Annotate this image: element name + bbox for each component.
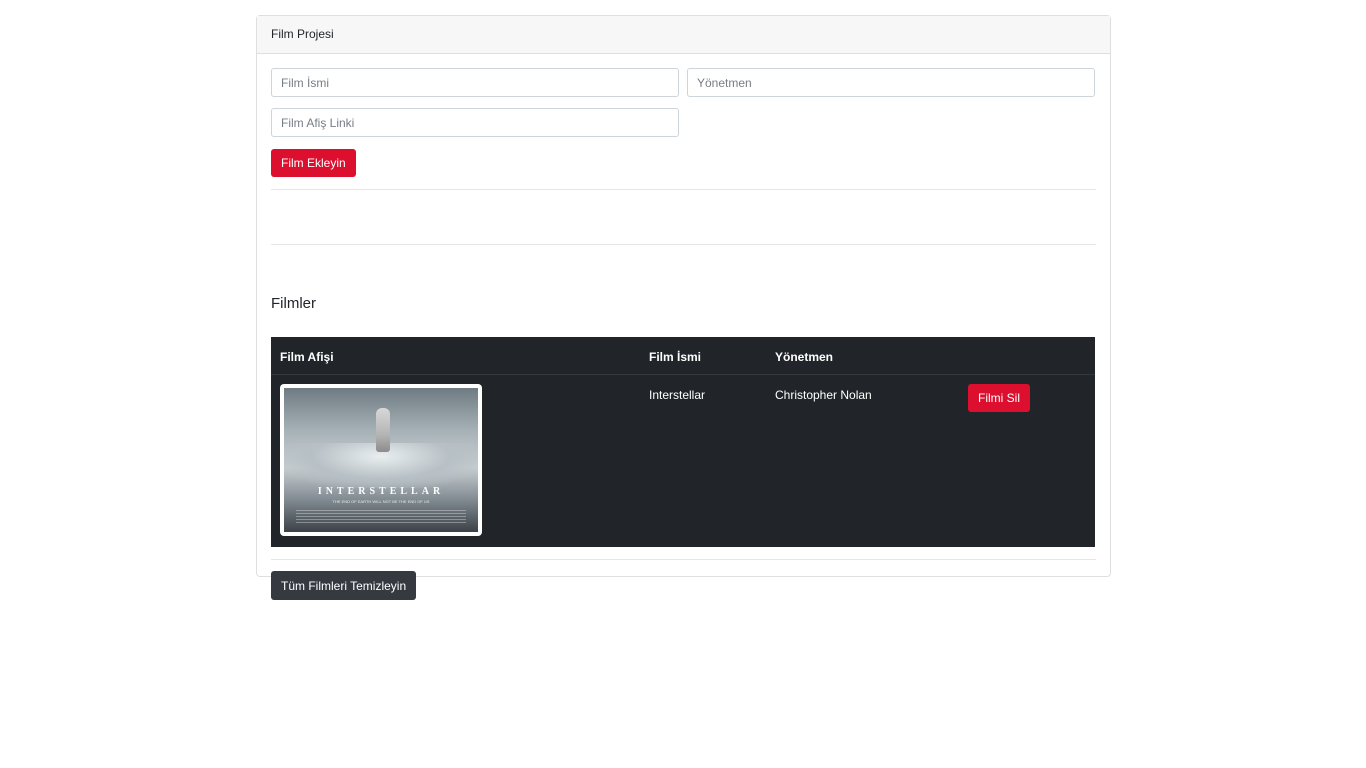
films-table: Film Afişi Film İsmi Yönetmen INTERSTELL… — [271, 337, 1095, 547]
film-project-card: Film Projesi Film Ekleyin Filmler Film A… — [256, 15, 1111, 600]
poster-artwork: INTERSTELLAR THE END OF EARTH WILL NOT B… — [284, 388, 478, 532]
poster-credits-block — [296, 510, 466, 524]
film-name-input[interactable] — [271, 68, 679, 97]
films-section-title: Filmler — [271, 295, 316, 312]
director-input[interactable] — [687, 68, 1095, 97]
director-cell: Christopher Nolan — [775, 388, 872, 402]
add-film-button[interactable]: Film Ekleyin — [271, 149, 356, 177]
divider — [271, 559, 1096, 560]
column-header-director: Yönetmen — [775, 350, 834, 364]
poster-title-text: INTERSTELLAR — [317, 486, 445, 497]
table-header: Film Afişi Film İsmi Yönetmen — [271, 337, 1095, 375]
film-name-cell: Interstellar — [649, 388, 706, 402]
astronaut-figure — [376, 408, 390, 452]
column-header-poster: Film Afişi — [280, 350, 334, 364]
divider — [271, 189, 1096, 190]
column-header-film-name: Film İsmi — [649, 350, 702, 364]
film-poster-image: INTERSTELLAR THE END OF EARTH WILL NOT B… — [280, 384, 482, 536]
divider — [271, 244, 1096, 245]
delete-film-button[interactable]: Filmi Sil — [968, 384, 1030, 412]
poster-link-input[interactable] — [271, 108, 679, 137]
poster-tagline-text: THE END OF EARTH WILL NOT BE THE END OF … — [332, 499, 430, 504]
card-header-title: Film Projesi — [257, 16, 1110, 54]
clear-all-films-button[interactable]: Tüm Filmleri Temizleyin — [271, 571, 417, 600]
